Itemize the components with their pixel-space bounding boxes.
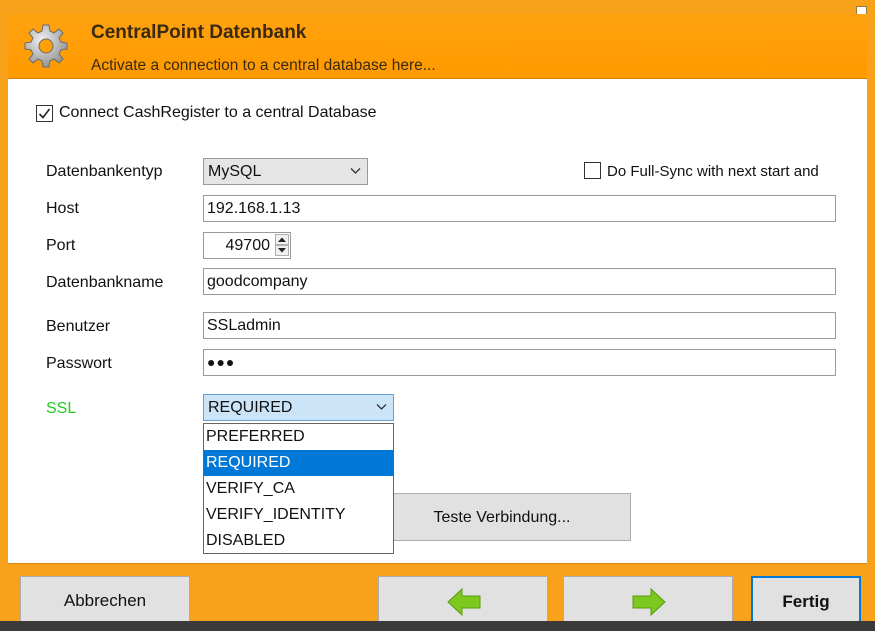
arrow-left-icon — [447, 587, 481, 617]
cancel-button[interactable]: Abbrechen — [20, 576, 190, 624]
ssl-dropdown-list: PREFERRED REQUIRED VERIFY_CA VERIFY_IDEN… — [203, 423, 394, 554]
window-left-frame — [0, 0, 8, 631]
db-type-label: Datenbankentyp — [46, 163, 163, 180]
ssl-option-selected[interactable]: REQUIRED — [204, 450, 393, 476]
finish-button[interactable]: Fertig — [751, 576, 861, 624]
arrow-right-icon — [632, 587, 666, 617]
ssl-option[interactable]: DISABLED — [204, 528, 393, 554]
chevron-down-icon — [350, 168, 361, 174]
port-spin-buttons[interactable] — [275, 234, 289, 257]
window-top-frame — [0, 0, 875, 14]
ssl-option[interactable]: VERIFY_CA — [204, 476, 393, 502]
ssl-value: REQUIRED — [208, 399, 293, 416]
chevron-down-icon — [376, 404, 387, 410]
ssl-label: SSL — [46, 400, 77, 417]
port-stepper[interactable]: 49700 — [203, 232, 291, 259]
test-connection-label: Teste Verbindung... — [433, 509, 571, 526]
ssl-select[interactable]: REQUIRED — [203, 394, 394, 421]
db-type-select[interactable]: MySQL — [203, 158, 368, 185]
user-field[interactable]: SSLadmin — [203, 312, 836, 339]
fullsync-label[interactable]: Do Full-Sync with next start and — [607, 163, 819, 180]
connect-checkbox[interactable] — [36, 105, 53, 122]
back-button[interactable] — [378, 576, 548, 624]
wizard-header: CentralPoint Datenbank Activate a connec… — [8, 14, 867, 79]
ssl-option[interactable]: VERIFY_IDENTITY — [204, 502, 393, 528]
host-field[interactable]: 192.168.1.13 — [203, 195, 836, 222]
gear-icon — [24, 24, 68, 68]
port-value: 49700 — [225, 237, 271, 254]
header-title: CentralPoint Datenbank — [91, 22, 307, 43]
test-connection-button[interactable]: Teste Verbindung... — [373, 493, 631, 541]
password-field[interactable]: ●●● — [203, 349, 836, 376]
finish-label: Fertig — [782, 592, 830, 611]
db-type-value: MySQL — [208, 163, 262, 180]
spin-up-icon[interactable] — [275, 234, 289, 245]
cancel-label: Abbrechen — [63, 591, 147, 610]
spin-down-icon[interactable] — [275, 245, 289, 256]
next-button[interactable] — [563, 576, 733, 624]
dbname-field[interactable]: goodcompany — [203, 268, 836, 295]
window-right-frame — [867, 0, 875, 631]
header-subtitle: Activate a connection to a central datab… — [91, 57, 436, 74]
fullsync-checkbox[interactable] — [584, 162, 601, 179]
password-label: Passwort — [46, 355, 112, 372]
port-label: Port — [46, 237, 76, 254]
ssl-option[interactable]: PREFERRED — [204, 424, 393, 450]
dbname-label: Datenbankname — [46, 274, 164, 291]
checkmark-icon — [38, 108, 51, 119]
connect-label[interactable]: Connect CashRegister to a central Databa… — [59, 104, 377, 122]
host-label: Host — [46, 200, 79, 217]
footer-divider — [8, 563, 867, 564]
taskbar-strip — [0, 621, 875, 631]
user-label: Benutzer — [46, 318, 111, 335]
